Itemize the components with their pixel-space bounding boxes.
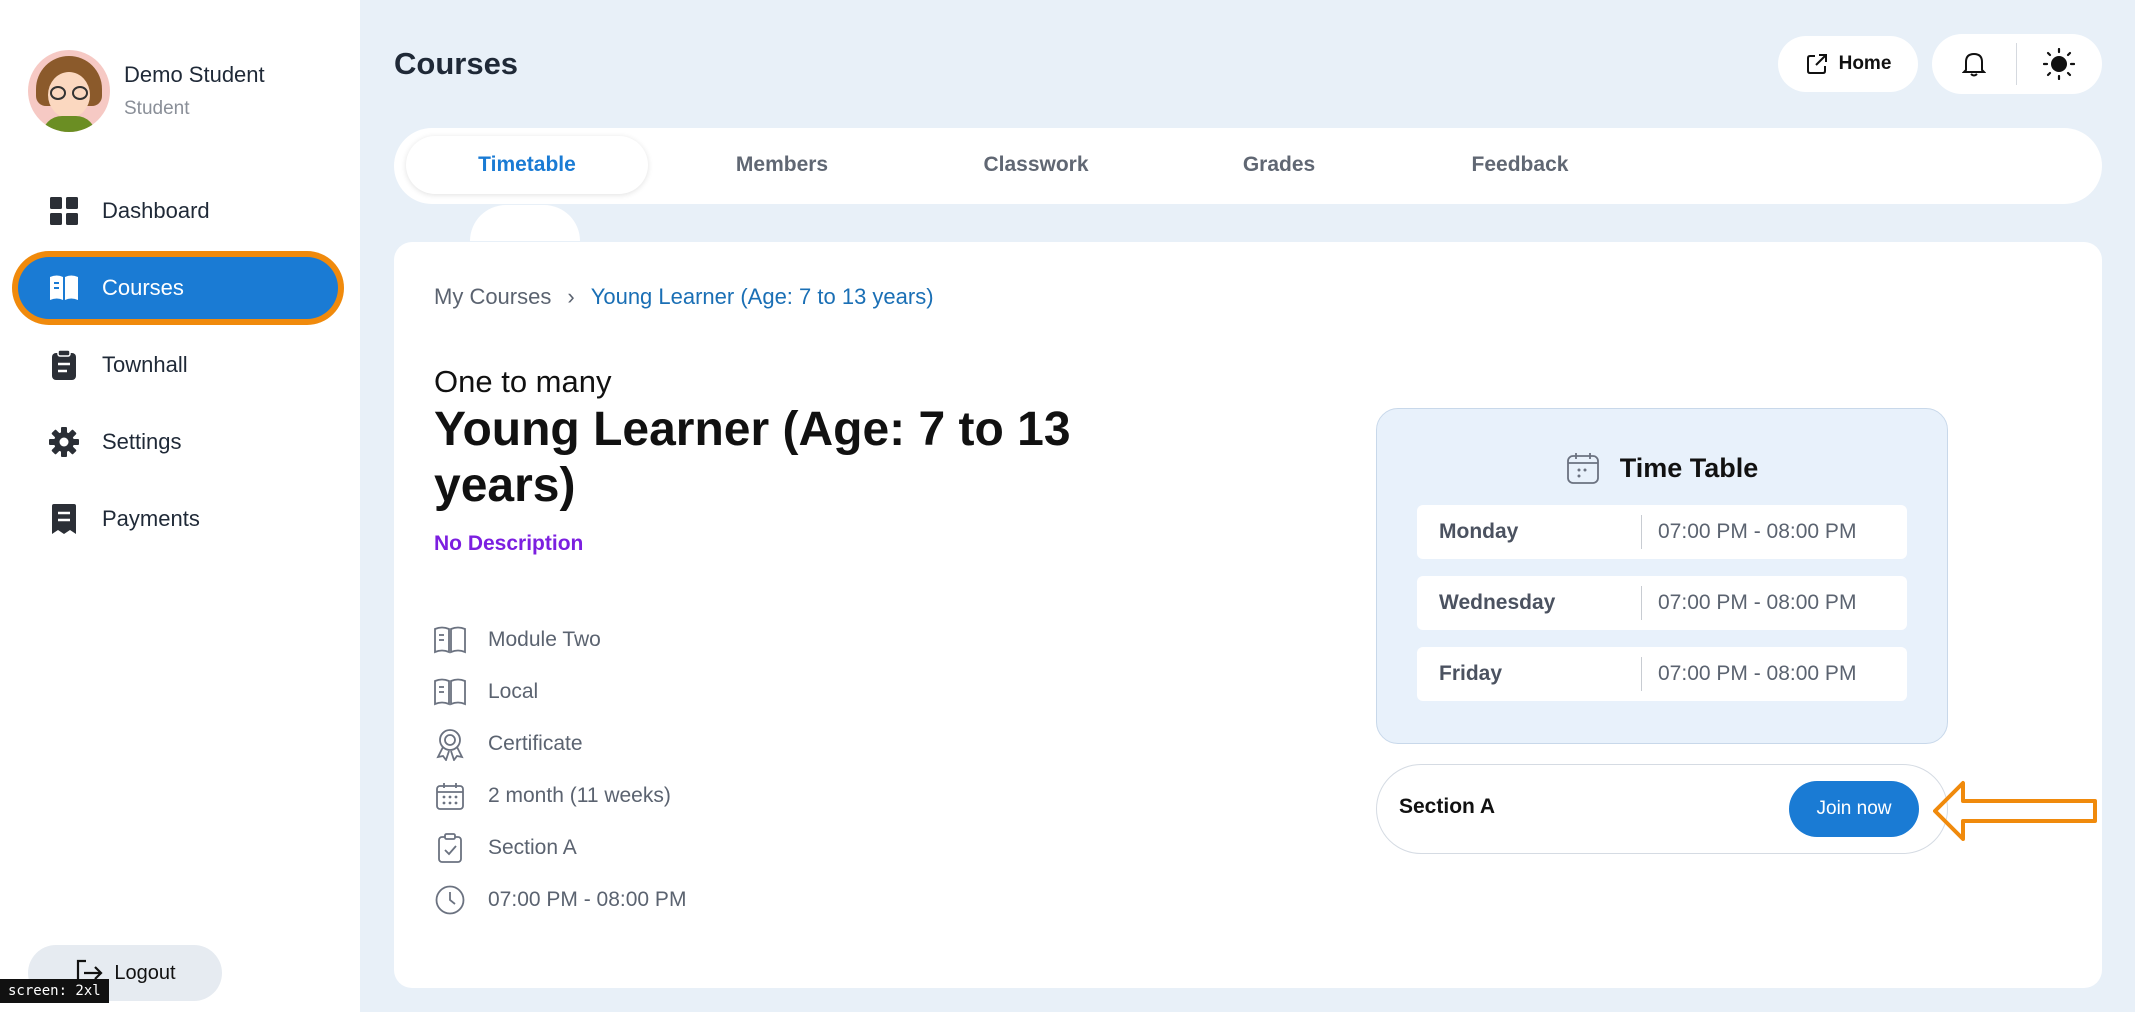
timetable-day: Monday xyxy=(1439,520,1519,543)
course-type: One to many xyxy=(434,364,612,399)
timetable-row: Wednesday 07:00 PM - 08:00 PM xyxy=(1417,576,1907,630)
meta-section: Section A xyxy=(432,822,686,874)
breadcrumb-current[interactable]: Young Learner (Age: 7 to 13 years) xyxy=(591,284,934,310)
sidebar: Demo Student Student Dashboard Courses T… xyxy=(0,0,360,1012)
tab-members[interactable]: Members xyxy=(682,136,882,194)
clipboard-check-icon xyxy=(432,830,468,866)
award-icon xyxy=(432,726,468,762)
user-profile[interactable]: Demo Student Student xyxy=(28,50,265,132)
highlight-arrow-icon xyxy=(1933,781,2097,841)
meta-text: Local xyxy=(488,680,539,703)
tab-classwork[interactable]: Classwork xyxy=(936,136,1136,194)
tab-indicator xyxy=(470,205,580,241)
timetable-time: 07:00 PM - 08:00 PM xyxy=(1658,662,1857,685)
clipboard-icon xyxy=(48,349,80,381)
sidebar-nav: Dashboard Courses Townhall Settings Paym… xyxy=(18,180,338,565)
sidebar-item-settings[interactable]: Settings xyxy=(18,411,338,473)
sidebar-item-label: Courses xyxy=(102,275,184,300)
calendar-icon xyxy=(1566,451,1600,485)
sun-icon[interactable] xyxy=(2017,48,2101,80)
home-button[interactable]: Home xyxy=(1778,36,1918,92)
course-title: Young Learner (Age: 7 to 13 years) xyxy=(434,403,1071,512)
meta-module: Module Two xyxy=(432,614,686,666)
book-open-icon xyxy=(48,272,80,304)
sidebar-item-payments[interactable]: Payments xyxy=(18,488,338,550)
sidebar-item-label: Settings xyxy=(102,429,182,454)
course-meta-list: Module Two Local Certificate 2 month (11… xyxy=(432,614,686,926)
sidebar-item-townhall[interactable]: Townhall xyxy=(18,334,338,396)
breadcrumb-my-courses[interactable]: My Courses xyxy=(434,284,551,310)
user-role: Student xyxy=(124,98,190,119)
logout-label: Logout xyxy=(114,961,176,984)
sidebar-item-courses[interactable]: Courses xyxy=(18,257,338,319)
tab-grades[interactable]: Grades xyxy=(1179,136,1379,194)
book-icon xyxy=(432,622,468,658)
screen-size-badge: screen: 2xl xyxy=(0,979,109,1003)
tab-timetable[interactable]: Timetable xyxy=(406,136,648,194)
avatar xyxy=(28,50,110,132)
sidebar-item-label: Dashboard xyxy=(102,198,210,223)
breadcrumb-separator: › xyxy=(567,284,575,309)
timetable-title-text: Time Table xyxy=(1619,452,1759,483)
bell-icon[interactable] xyxy=(1932,50,2016,78)
dashboard-icon xyxy=(48,195,80,227)
tab-feedback[interactable]: Feedback xyxy=(1420,136,1620,194)
sidebar-item-dashboard[interactable]: Dashboard xyxy=(18,180,338,242)
meta-text: Module Two xyxy=(488,628,601,651)
meta-certificate: Certificate xyxy=(432,718,686,770)
gear-icon xyxy=(48,426,80,458)
header-utilities xyxy=(1932,34,2102,94)
timetable-row: Monday 07:00 PM - 08:00 PM xyxy=(1417,505,1907,559)
join-now-button[interactable]: Join now xyxy=(1789,781,1919,837)
timetable-day: Friday xyxy=(1439,662,1503,685)
timetable-day: Wednesday xyxy=(1439,591,1556,614)
section-join-card: Section A Join now xyxy=(1376,764,1948,854)
sidebar-item-label: Townhall xyxy=(102,352,188,377)
meta-text: Section A xyxy=(488,836,577,859)
meta-text: 07:00 PM - 08:00 PM xyxy=(488,888,687,911)
meta-text: 2 month (11 weeks) xyxy=(488,784,671,807)
clock-icon xyxy=(432,882,468,918)
external-link-icon xyxy=(1805,52,1829,76)
sidebar-item-label: Payments xyxy=(102,506,200,531)
section-label: Section A xyxy=(1399,795,1496,818)
calendar-icon xyxy=(432,778,468,814)
timetable-time: 07:00 PM - 08:00 PM xyxy=(1658,520,1857,543)
timetable-time: 07:00 PM - 08:00 PM xyxy=(1658,591,1857,614)
meta-time: 07:00 PM - 08:00 PM xyxy=(432,874,686,926)
page-title: Courses xyxy=(394,46,519,81)
meta-location: Local xyxy=(432,666,686,718)
timetable-card: Time Table Monday 07:00 PM - 08:00 PM We… xyxy=(1376,408,1948,744)
course-description: No Description xyxy=(434,532,584,555)
book-icon xyxy=(432,674,468,710)
receipt-icon xyxy=(48,503,80,535)
timetable-title: Time Table xyxy=(1377,451,1947,485)
course-tabs: Timetable Members Classwork Grades Feedb… xyxy=(394,128,2102,204)
user-name: Demo Student xyxy=(124,62,265,87)
meta-text: Certificate xyxy=(488,732,583,755)
timetable-row: Friday 07:00 PM - 08:00 PM xyxy=(1417,647,1907,701)
breadcrumb: My Courses › Young Learner (Age: 7 to 13… xyxy=(434,284,934,310)
home-label: Home xyxy=(1838,53,1892,74)
meta-duration: 2 month (11 weeks) xyxy=(432,770,686,822)
course-detail-card: My Courses › Young Learner (Age: 7 to 13… xyxy=(394,242,2102,988)
